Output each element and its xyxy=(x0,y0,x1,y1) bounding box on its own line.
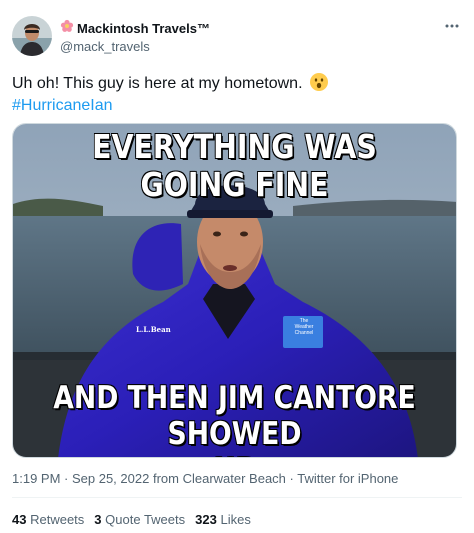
tweet-stats: 43 Retweets 3 Quote Tweets 323 Likes xyxy=(12,512,251,527)
tweet-time[interactable]: 1:19 PM xyxy=(12,471,60,486)
retweets-count: 43 xyxy=(12,512,27,527)
tweet-media-image[interactable]: L.L.Bean The Weather Channel EVERYTHING … xyxy=(12,123,457,458)
meme-top-caption: EVERYTHING WAS GOING FINE xyxy=(92,127,378,205)
meme-bottom-caption-line1: AND THEN JIM CANTORE SHOWED xyxy=(53,379,417,453)
hashtag-link[interactable]: #HurricaneIan xyxy=(12,97,113,114)
flower-icon xyxy=(60,19,74,38)
retweets-stat[interactable]: 43 Retweets xyxy=(12,512,84,527)
tweet-text: Uh oh! This guy is here at my hometown. … xyxy=(12,72,457,117)
tweet-metadata: 1:19 PM · Sep 25, 2022 from Clearwater B… xyxy=(12,471,398,486)
likes-count: 323 xyxy=(195,512,217,527)
tweet-card: Mackintosh Travels™ @mack_travels Uh oh!… xyxy=(0,0,474,533)
location-prefix: from xyxy=(149,471,183,486)
likes-label: Likes xyxy=(220,512,251,527)
display-name[interactable]: Mackintosh Travels™ xyxy=(77,21,210,36)
avatar[interactable] xyxy=(12,16,52,56)
tweet-header: Mackintosh Travels™ @mack_travels xyxy=(12,16,462,60)
more-horizontal-icon[interactable] xyxy=(442,16,462,36)
tweet-source[interactable]: Twitter for iPhone xyxy=(297,471,398,486)
meta-separator-2: · xyxy=(285,471,298,486)
jacket-logo-right: The Weather Channel xyxy=(286,318,322,336)
tweet-date[interactable]: Sep 25, 2022 xyxy=(72,471,149,486)
jacket-logo-left: L.L.Bean xyxy=(136,325,171,334)
retweets-label: Retweets xyxy=(30,512,85,527)
quote-tweets-count: 3 xyxy=(94,512,102,527)
likes-stat[interactable]: 323 Likes xyxy=(195,512,251,527)
tweet-location[interactable]: Clearwater Beach xyxy=(183,471,286,486)
tweet-text-main: Uh oh! This guy is here at my hometown. xyxy=(12,75,307,92)
user-handle[interactable]: @mack_travels xyxy=(60,39,210,54)
divider xyxy=(12,497,462,498)
hushed-face-emoji-icon xyxy=(309,72,329,92)
meta-separator: · xyxy=(60,471,72,486)
quote-tweets-stat[interactable]: 3 Quote Tweets xyxy=(94,512,185,527)
jacket-logo-right-line3: Channel xyxy=(294,330,314,336)
quote-tweets-label: Quote Tweets xyxy=(105,512,186,527)
meme-bottom-caption: AND THEN JIM CANTORE SHOWED UP xyxy=(44,379,425,457)
tweet-author[interactable]: Mackintosh Travels™ @mack_travels xyxy=(60,19,210,54)
meme-bottom-caption-line2: UP xyxy=(44,451,425,457)
